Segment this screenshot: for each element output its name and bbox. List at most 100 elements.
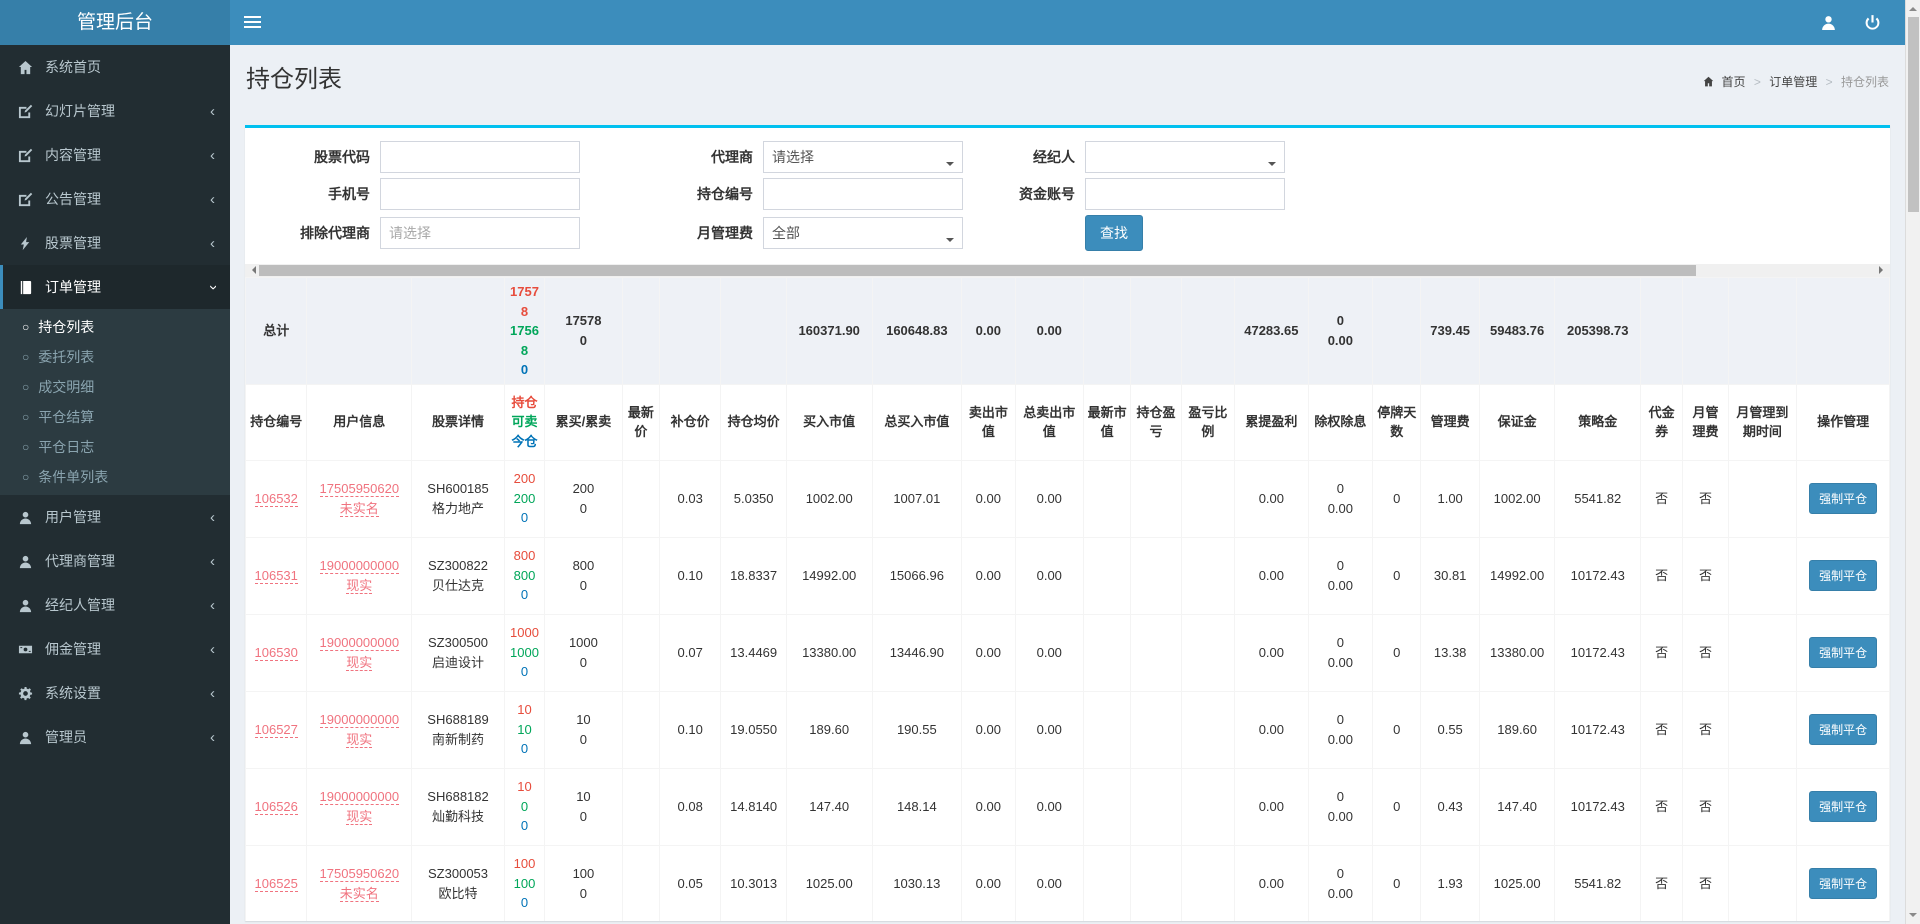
filter-row: 手机号 持仓编号 资金账号 [249,178,1886,210]
cell-pl_ratio [1180,459,1236,538]
scroll-down-arrow[interactable] [1909,913,1917,921]
sidebar-item-代理商管理[interactable]: 代理商管理 ‹ [0,539,230,583]
user-link[interactable]: 17505950620 [319,866,400,882]
horizontal-scrollbar-thumb[interactable] [259,265,1696,276]
user-link[interactable]: 17505950620 [319,481,400,497]
sidebar-item-系统首页[interactable]: 系统首页 [0,45,230,89]
cell-margin: 59483.76 [1478,277,1556,385]
broker-select[interactable] [1085,141,1285,173]
id-link[interactable]: 106530 [254,644,298,661]
search-button[interactable]: 查找 [1085,215,1143,251]
cell-mgmt_fee: 1.93 [1420,844,1480,921]
force-close-button[interactable]: 强制平仓 [1809,560,1878,591]
id-link[interactable]: 106527 [254,721,298,738]
cell-cum_profit: 0.00 [1234,613,1309,692]
header-pl_ratio: 盈亏比例 [1180,383,1236,461]
sidebar-item-系统设置[interactable]: 系统设置 ‹ [0,671,230,715]
sidebar-subitem-条件单列表[interactable]: ○ 条件单列表 [0,462,230,492]
cell-strategy_fund: 10172.43 [1554,690,1642,769]
fund-account-input[interactable] [1085,178,1285,210]
cell-cum_profit: 0.00 [1234,767,1309,846]
user-link[interactable]: 19000000000 [319,789,400,805]
cell-user: 17505950620 未实名 [306,459,413,538]
submenu-item-label: 平仓结算 [38,409,95,425]
chevron-down-icon: ‹ [204,284,221,290]
submenu-item-label: 持仓列表 [38,319,95,335]
cell-sell_value: 0.00 [961,767,1016,846]
position-id-input[interactable] [763,178,963,210]
cell-buy_value: 14992.00 [785,536,873,615]
sidebar-subitem-成交明细[interactable]: ○ 成交明细 [0,372,230,402]
scroll-left-arrow[interactable] [248,266,256,274]
cell-total_buy_value: 160648.83 [871,277,963,385]
user-icon [18,730,45,745]
cell-voucher: 否 [1640,536,1684,615]
sidebar-subitem-平仓结算[interactable]: ○ 平仓结算 [0,402,230,432]
id-link[interactable]: 106532 [254,490,298,507]
sidebar-item-订单管理[interactable]: 订单管理 ‹ [0,265,230,309]
id-link[interactable]: 106531 [254,567,298,584]
sidebar-item-内容管理[interactable]: 内容管理 ‹ [0,133,230,177]
cell-voucher: 否 [1640,690,1684,769]
user-link[interactable]: 现实 [346,808,373,825]
id-link[interactable]: 106526 [254,798,298,815]
user-icon [19,599,32,612]
filter-group-phone: 手机号 [249,178,580,210]
breadcrumb-home[interactable]: 首页 [1722,75,1746,89]
logout-button[interactable] [1852,0,1892,45]
sidebar-item-label: 内容管理 [45,147,101,163]
cell-buy_value: 1025.00 [785,844,873,921]
sidebar-item-佣金管理[interactable]: 佣金管理 ‹ [0,627,230,671]
phone-input[interactable] [380,178,580,210]
circle-icon: ○ [22,470,30,484]
sidebar-subitem-委托列表[interactable]: ○ 委托列表 [0,342,230,372]
sidebar-item-管理员[interactable]: 管理员 ‹ [0,715,230,759]
force-close-button[interactable]: 强制平仓 [1809,868,1878,899]
stock-code-input[interactable] [380,141,580,173]
user-link[interactable]: 未实名 [339,885,379,902]
sidebar-item-幻灯片管理[interactable]: 幻灯片管理 ‹ [0,89,230,133]
cell-position: 100 100 0 [503,844,546,921]
sidebar-item-公告管理[interactable]: 公告管理 ‹ [0,177,230,221]
sidebar-item-股票管理[interactable]: 股票管理 ‹ [0,221,230,265]
scroll-right-arrow[interactable] [1879,266,1887,274]
force-close-button[interactable]: 强制平仓 [1809,483,1878,514]
sidebar-subitem-平仓日志[interactable]: ○ 平仓日志 [0,432,230,462]
user-link[interactable]: 现实 [346,577,373,594]
breadcrumb-order-mgmt[interactable]: 订单管理 [1769,75,1817,89]
force-close-button[interactable]: 强制平仓 [1809,637,1878,668]
user-link[interactable]: 19000000000 [319,635,400,651]
sidebar-toggle-button[interactable] [230,0,275,45]
sidebar-item-经纪人管理[interactable]: 经纪人管理 ‹ [0,583,230,627]
user-link[interactable]: 19000000000 [319,712,400,728]
cell-ex_rights: 0 0.00 [1307,536,1374,615]
force-close-button[interactable]: 强制平仓 [1809,714,1878,745]
sidebar-item-用户管理[interactable]: 用户管理 ‹ [0,495,230,539]
scroll-up-arrow[interactable] [1909,3,1917,11]
id-link[interactable]: 106525 [254,875,298,892]
header-strategy_fund: 策略金 [1554,383,1642,461]
user-link[interactable]: 19000000000 [319,558,400,574]
user-link[interactable]: 现实 [346,654,373,671]
filter-group-exclude-agent: 排除代理商 [249,215,580,251]
cell-suspended_days: 0 [1372,844,1422,921]
user-menu-button[interactable] [1808,0,1848,45]
cell-stock [411,277,505,385]
monthly-fee-select[interactable]: 全部 [763,217,963,249]
cell-action: 强制平仓 [1796,536,1890,615]
agent-select[interactable]: 请选择 [763,141,963,173]
user-link[interactable]: 未实名 [339,500,379,517]
exclude-agent-input[interactable] [380,217,580,249]
vertical-scrollbar-thumb[interactable] [1908,17,1919,212]
header-total_sell_value: 总卖出市值 [1014,383,1085,461]
cell-voucher: 否 [1640,459,1684,538]
cell-total_buy_value: 15066.96 [871,536,963,615]
user-link[interactable]: 现实 [346,731,373,748]
sidebar-subitem-持仓列表[interactable]: ○ 持仓列表 [0,312,230,342]
cell-user: 19000000000 现实 [306,690,413,769]
bolt-icon [18,236,45,251]
force-close-button[interactable]: 强制平仓 [1809,791,1878,822]
cell-mgmt_fee: 30.81 [1420,536,1480,615]
header-cum_profit: 累提盈利 [1234,383,1309,461]
header-sell_value: 卖出市值 [961,383,1016,461]
